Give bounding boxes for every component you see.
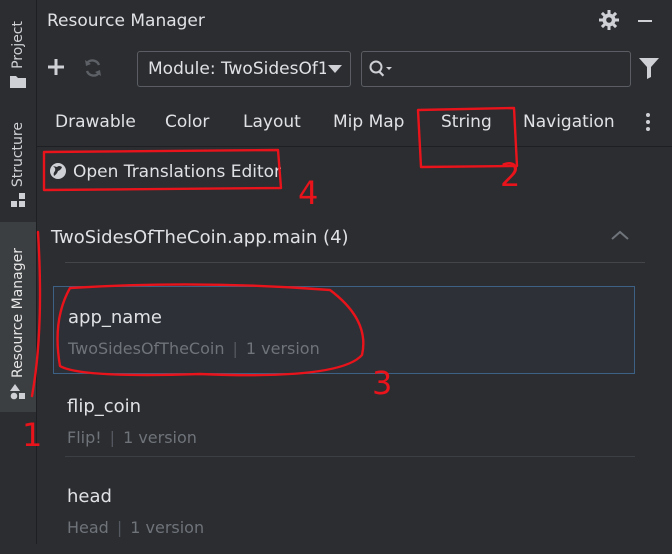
panel-header: Resource Manager <box>37 0 672 42</box>
resource-meta: Head | 1 version <box>67 518 205 537</box>
folder-icon <box>10 76 26 88</box>
tab-layout[interactable]: Layout <box>243 112 301 132</box>
search-input[interactable] <box>396 56 625 84</box>
resource-item-app-name[interactable]: app_name TwoSidesOfTheCoin | 1 version <box>53 286 635 374</box>
tab-mip-map[interactable]: Mip Map <box>333 112 404 132</box>
resource-value: Head <box>67 518 109 537</box>
resource-item-head[interactable]: head Head | 1 version <box>53 466 635 554</box>
resource-meta: TwoSidesOfTheCoin | 1 version <box>68 339 320 358</box>
minimize-icon[interactable] <box>638 20 652 22</box>
resource-versions: 1 version <box>130 518 205 537</box>
resource-name: flip_coin <box>67 396 142 417</box>
sidebar-tab-resource-manager-label: Resource Manager <box>10 247 26 378</box>
resource-group-title: TwoSidesOfTheCoin.app.main (4) <box>51 227 349 248</box>
chevron-up-icon[interactable] <box>611 230 629 240</box>
refresh-icon[interactable] <box>83 58 103 78</box>
search-icon <box>369 60 392 77</box>
divider <box>65 262 645 263</box>
divider <box>65 456 635 457</box>
open-translations-editor-label: Open Translations Editor <box>73 162 282 182</box>
more-options-icon[interactable] <box>645 112 651 132</box>
globe-icon <box>50 163 66 179</box>
resource-name: head <box>67 486 112 507</box>
chevron-down-icon <box>328 65 342 73</box>
resource-value: Flip! <box>67 428 102 447</box>
structure-icon <box>11 193 25 207</box>
tab-drawable[interactable]: Drawable <box>55 112 136 132</box>
resource-value: TwoSidesOfTheCoin <box>68 339 225 358</box>
tab-string[interactable]: String <box>441 112 492 132</box>
module-select-value: Module: TwoSidesOf1 <box>148 59 326 79</box>
module-select[interactable]: Module: TwoSidesOf1 <box>137 51 351 87</box>
toolbar: Module: TwoSidesOf1 <box>37 42 672 98</box>
panel-title: Resource Manager <box>47 11 205 31</box>
resource-group-header[interactable]: TwoSidesOfTheCoin.app.main (4) <box>37 212 672 262</box>
search-field[interactable] <box>361 51 631 87</box>
open-translations-editor-link[interactable]: Open Translations Editor <box>37 146 672 198</box>
gear-icon[interactable] <box>599 10 619 30</box>
filter-icon[interactable] <box>639 57 659 79</box>
resource-name: app_name <box>68 307 162 328</box>
sidebar-tab-structure[interactable]: Structure <box>0 112 36 207</box>
tab-color[interactable]: Color <box>165 112 209 132</box>
sidebar-tab-project-label: Project <box>10 21 26 69</box>
resource-versions: 1 version <box>123 428 197 447</box>
tool-window-strip: Project Structure Resource Manager <box>0 0 37 544</box>
resource-item-flip-coin[interactable]: flip_coin Flip! | 1 version <box>53 376 635 464</box>
resource-meta: Flip! | 1 version <box>67 428 197 447</box>
sidebar-tab-project[interactable]: Project <box>0 8 36 88</box>
tab-navigation[interactable]: Navigation <box>523 112 615 132</box>
sidebar-tab-structure-label: Structure <box>10 121 26 187</box>
resource-manager-icon <box>10 384 25 400</box>
resource-versions: 1 version <box>245 339 320 358</box>
sidebar-tab-resource-manager[interactable]: Resource Manager <box>0 222 36 412</box>
resource-type-tabs: Drawable Color Layout Mip Map String Nav… <box>37 98 672 147</box>
add-icon[interactable] <box>47 58 65 76</box>
resource-manager-panel: Resource Manager Module: TwoSidesOf1 Dra… <box>37 0 672 544</box>
